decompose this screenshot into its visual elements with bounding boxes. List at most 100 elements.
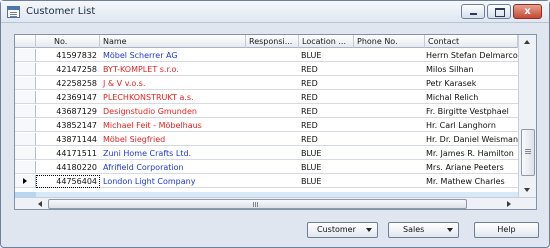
cell-responsibility[interactable] <box>246 147 299 160</box>
row-selector[interactable] <box>15 119 36 132</box>
cell-contact[interactable]: Hr. Carl Langhorn <box>425 119 518 132</box>
column-header-phone[interactable]: Phone No. <box>354 35 425 48</box>
cell-contact[interactable]: Herrn Stefan Delmarco <box>425 49 518 62</box>
cell-responsibility[interactable] <box>246 91 299 104</box>
cell-name[interactable]: BYT-KOMPLET s.r.o. <box>100 63 246 76</box>
cell-location[interactable]: BLUE <box>299 161 354 174</box>
row-selector[interactable] <box>15 161 36 174</box>
cell-phone[interactable] <box>354 119 425 132</box>
table-row[interactable]: 44171511 Zuni Home Crafts Ltd. BLUE Mr. Jam… <box>15 147 518 160</box>
cell-responsibility[interactable] <box>246 175 299 188</box>
cell-location[interactable]: RED <box>299 91 354 104</box>
cell-no[interactable]: 43687129 <box>36 105 100 118</box>
cell-contact[interactable]: Michal Relich <box>425 91 518 104</box>
cell-phone[interactable] <box>354 161 425 174</box>
cell-phone[interactable] <box>354 49 425 62</box>
cell-name[interactable]: Zuni Home Crafts Ltd. <box>100 147 246 160</box>
cell-no[interactable]: 42258258 <box>36 77 100 90</box>
scroll-right-button[interactable] <box>502 198 516 209</box>
row-selector[interactable] <box>15 133 36 146</box>
column-header-responsibility[interactable]: Responsi... <box>246 35 299 48</box>
horizontal-scroll-thumb[interactable] <box>48 199 467 209</box>
scroll-down-button[interactable] <box>519 183 536 197</box>
cell-phone[interactable] <box>354 147 425 160</box>
help-button[interactable]: Help <box>474 222 539 238</box>
sales-menu-button[interactable]: Sales <box>388 222 459 238</box>
vertical-scrollbar[interactable] <box>518 35 536 197</box>
cell-location[interactable]: RED <box>299 133 354 146</box>
cell-no[interactable]: 43871144 <box>36 133 100 146</box>
table-row[interactable]: 44756404 London Light Company BLUE Mr. Math… <box>15 175 518 188</box>
column-header-contact[interactable]: Contact <box>425 35 518 48</box>
cell-name[interactable]: Möbel Siegfried <box>100 133 246 146</box>
row-selector[interactable] <box>15 49 36 62</box>
maximize-button[interactable] <box>487 4 511 19</box>
cell-phone[interactable] <box>354 63 425 76</box>
column-header-no[interactable]: No. <box>36 35 100 48</box>
table-row[interactable]: 42258258 J & V v.o.s. RED Petr Karasek <box>15 77 518 90</box>
cell-name[interactable]: London Light Company <box>100 175 246 188</box>
cell-location[interactable]: BLUE <box>299 147 354 160</box>
table-row[interactable]: 43687129 Designstudio Gmunden RED Fr. Birgi… <box>15 105 518 118</box>
cell-responsibility[interactable] <box>246 77 299 90</box>
table-row[interactable]: 41597832 Möbel Scherrer AG BLUE Herrn Stefa… <box>15 49 518 62</box>
table-row[interactable]: 42369147 PLECHKONSTRUKT a.s. RED Michal Rel… <box>15 91 518 104</box>
cell-contact[interactable]: Milos Silhan <box>425 63 518 76</box>
cell-contact[interactable]: Mr. James R. Hamilton <box>425 147 518 160</box>
column-header-name[interactable]: Name <box>100 35 246 48</box>
vertical-scroll-thumb[interactable] <box>521 129 535 176</box>
cell-contact[interactable]: Mr. Mathew Charles <box>425 175 518 188</box>
cell-location[interactable]: BLUE <box>299 175 354 188</box>
cell-contact[interactable]: Fr. Birgitte Vestphael <box>425 105 518 118</box>
cell-responsibility[interactable] <box>246 49 299 62</box>
cell-name[interactable]: Michael Feit - Möbelhaus <box>100 119 246 132</box>
table-row[interactable]: 43871144 Möbel Siegfried RED Hr. Dr. Daniel… <box>15 133 518 146</box>
cell-no[interactable]: 42369147 <box>36 91 100 104</box>
row-selector[interactable] <box>15 91 36 104</box>
cell-no[interactable]: 41597832 <box>36 49 100 62</box>
cell-location[interactable]: RED <box>299 119 354 132</box>
minimize-button[interactable] <box>461 4 485 19</box>
cell-name[interactable]: PLECHKONSTRUKT a.s. <box>100 91 246 104</box>
cell-no[interactable]: 43852147 <box>36 119 100 132</box>
row-selector[interactable] <box>15 147 36 160</box>
cell-contact[interactable]: Mrs. Ariane Peeters <box>425 161 518 174</box>
header-selector[interactable] <box>15 35 36 48</box>
cell-responsibility[interactable] <box>246 133 299 146</box>
cell-name[interactable]: Afrifield Corporation <box>100 161 246 174</box>
cell-name[interactable]: J & V v.o.s. <box>100 77 246 90</box>
scroll-up-button[interactable] <box>519 35 536 49</box>
row-selector[interactable] <box>15 77 36 90</box>
table-row[interactable]: 43852147 Michael Feit - Möbelhaus RED Hr. C… <box>15 119 518 132</box>
cell-phone[interactable] <box>354 77 425 90</box>
row-selector[interactable] <box>15 175 36 188</box>
cell-phone[interactable] <box>354 133 425 146</box>
cell-no[interactable]: 44171511 <box>36 147 100 160</box>
cell-phone[interactable] <box>354 91 425 104</box>
cell-phone[interactable] <box>354 175 425 188</box>
cell-location[interactable]: RED <box>299 77 354 90</box>
cell-responsibility[interactable] <box>246 105 299 118</box>
cell-no[interactable]: 42147258 <box>36 63 100 76</box>
cell-no[interactable]: 44756404 <box>36 175 100 188</box>
column-header-location[interactable]: Location ... <box>299 35 354 48</box>
row-selector[interactable] <box>15 63 36 76</box>
table-row[interactable]: 44180220 Afrifield Corporation BLUE Mrs. Ar… <box>15 161 518 174</box>
scroll-left-button[interactable] <box>33 198 47 209</box>
row-selector[interactable] <box>15 105 36 118</box>
cell-name[interactable]: Designstudio Gmunden <box>100 105 246 118</box>
cell-responsibility[interactable] <box>246 63 299 76</box>
cell-location[interactable]: RED <box>299 63 354 76</box>
close-button[interactable]: x <box>513 4 542 19</box>
cell-no[interactable]: 44180220 <box>36 161 100 174</box>
title-bar[interactable]: Customer List x <box>1 1 549 23</box>
table-row[interactable]: 42147258 BYT-KOMPLET s.r.o. RED Milos Silha… <box>15 63 518 76</box>
cell-location[interactable]: RED <box>299 105 354 118</box>
cell-contact[interactable]: Hr. Dr. Daniel Weisman <box>425 133 518 146</box>
cell-contact[interactable]: Petr Karasek <box>425 77 518 90</box>
horizontal-scrollbar[interactable] <box>15 197 536 209</box>
cell-responsibility[interactable] <box>246 161 299 174</box>
cell-location[interactable]: BLUE <box>299 49 354 62</box>
cell-name[interactable]: Möbel Scherrer AG <box>100 49 246 62</box>
cell-phone[interactable] <box>354 105 425 118</box>
